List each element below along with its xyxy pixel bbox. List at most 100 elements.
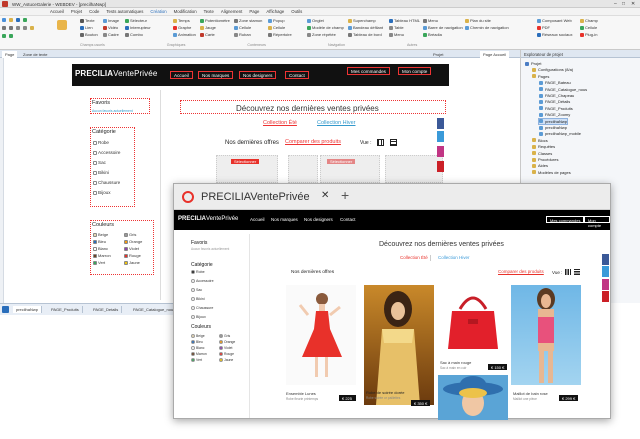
explorer-item[interactable]: Modèles de pages [532,170,571,175]
editor-nav-link[interactable]: Contact [285,71,309,79]
ribbon-item[interactable]: Superchamp [353,18,376,23]
maximize-icon[interactable]: □ [622,1,625,7]
editor-account-button[interactable]: Mon compte [398,67,432,75]
color-swatch[interactable] [219,346,223,350]
ribbon-item[interactable]: Répertoire [273,32,292,37]
open-page-tab[interactable]: PAGE_Catalogue_nous [130,306,180,313]
open-page-tab[interactable]: PAGE_Details [90,306,123,313]
category-radio[interactable] [191,297,195,301]
ribbon-item[interactable]: Modèle de champ [312,25,344,30]
explorer-item[interactable]: Procédures [532,157,558,162]
site-twitter-icon[interactable] [602,266,609,277]
color-swatch[interactable] [191,334,195,338]
ribbon-item[interactable]: Animation [178,32,196,37]
site-nav-link[interactable]: Nos marques [271,217,298,222]
run-icon[interactable] [23,18,27,22]
editor-nav-link[interactable]: Nos designers [239,71,277,79]
menu-item-active[interactable]: Création [150,9,166,14]
site-nav-link[interactable]: Contact [340,217,356,222]
ribbon-item[interactable]: Carte [205,32,215,37]
site-nav-link[interactable]: Nos designers [304,217,333,222]
menu-item[interactable]: Accueil [50,9,64,14]
menu-item[interactable]: Code [89,9,99,14]
menu-item[interactable]: Affichage [266,9,284,14]
undo-icon[interactable] [2,26,6,30]
ribbon-item[interactable]: Bréadia [428,32,442,37]
explorer-item[interactable]: PAGE_Zoomy [539,112,570,117]
editor-category-block[interactable]: Catégorie Robe Accessoire Sac Bikini Cha… [90,127,135,207]
color-swatch[interactable] [191,352,195,356]
explorer-item[interactable]: Pages [532,74,549,79]
back-icon[interactable] [2,34,6,38]
explorer-item[interactable]: PAGE_Produits [539,106,573,111]
checkbox[interactable] [93,140,97,145]
forward-icon[interactable] [9,34,13,38]
color-swatch[interactable] [191,346,195,350]
editor-nav-link[interactable]: Nos marques [198,71,234,79]
editor-compare-link[interactable]: Comparer des produits [285,139,341,145]
category-radio[interactable] [191,288,195,292]
site-pinterest-icon[interactable] [602,291,609,302]
category-radio[interactable] [191,306,195,310]
color-checkbox[interactable] [124,246,128,251]
editor-grid-view-icon[interactable] [377,139,384,146]
color-swatch[interactable] [219,340,223,344]
site-account-button[interactable]: Mon compte [584,216,610,228]
ribbon-item[interactable]: Réseaux sociaux [542,32,572,37]
product-name[interactable]: Ensemble Lunes [286,391,316,396]
color-checkbox[interactable] [124,239,128,244]
ribbon-item[interactable]: Plan du site [470,18,491,23]
site-brand-logo[interactable]: PRECILIAVentePrivée [178,216,238,222]
site-facebook-icon[interactable] [602,254,609,265]
explorer-item[interactable]: PAGE_Bateau [539,80,571,85]
ribbon-item[interactable]: Zone répétée [312,32,336,37]
product-price[interactable]: € 299 € [559,395,579,401]
change-mode-icon[interactable] [57,20,67,30]
site-link-hiver[interactable]: Collection Hiver [438,255,470,260]
editor-twitter-icon[interactable] [437,131,444,142]
ribbon-item[interactable]: Graphe [178,25,191,30]
new-icon[interactable] [2,18,6,22]
ribbon-item[interactable]: Barre de navigation [428,25,463,30]
product-price[interactable]: € 350 € [411,400,431,406]
site-list-view-icon[interactable] [574,269,580,275]
checkbox[interactable] [93,190,97,195]
menu-item[interactable]: Texte [204,9,214,14]
color-checkbox[interactable] [124,253,128,258]
explorer-item[interactable]: precilhaNwp [537,117,569,125]
ribbon-item[interactable]: Cadre [108,32,119,37]
editor-favoris-block[interactable]: Favoris Aucun favoris actuellement [90,98,150,114]
editor-product-slot-1[interactable]: Sélectionner [216,155,278,183]
explorer-item[interactable]: Requêtes [532,144,555,149]
checkbox[interactable] [93,160,97,165]
product-name[interactable]: Maillot de bain rose [513,391,548,396]
ribbon-item[interactable]: Cellule [585,25,597,30]
site-grid-view-icon[interactable] [565,269,571,275]
ribbon-item[interactable]: Texte [85,18,95,23]
ribbon-item[interactable]: Composant Web [542,18,572,23]
ribbon-item[interactable]: Interrupteur [130,25,151,30]
menu-item[interactable]: Modification [174,9,197,14]
editor-instagram-icon[interactable] [437,146,444,157]
browser-tab-title[interactable]: PRECILIAVentePrivée [201,191,310,203]
copy-icon[interactable] [23,26,27,30]
explorer-item[interactable]: Projet [525,61,541,66]
ribbon-item[interactable]: Ruban [239,32,251,37]
product-name[interactable]: Sac à main rouge [440,360,471,365]
product-card[interactable]: Ensemble Lunes Robe fleurie printemps € … [286,285,356,410]
editor-header-banner[interactable]: PRECILIAVentePrivée Accueil Nos marques … [72,64,449,86]
menu-item[interactable]: Outils [291,9,302,14]
close-icon[interactable]: ✕ [631,1,635,7]
editor-select-badge[interactable]: Sélectionner [327,159,356,164]
color-checkbox[interactable] [93,239,97,244]
product-card[interactable]: Robe de soirée dorée Robe soirée or pail… [364,285,434,410]
editor-link-hiver[interactable]: Collection Hiver [317,120,356,126]
save-icon[interactable] [16,18,20,22]
color-swatch[interactable] [219,334,223,338]
explorer-item[interactable]: PAGE_Chapeau [539,93,574,98]
ribbon-item[interactable]: Champ [585,18,598,23]
editor-select-badge[interactable]: Sélectionner [231,159,260,164]
explorer-item[interactable]: precilhaNwp_mobile [539,131,581,136]
product-price[interactable]: € 150 € [488,364,508,370]
editor-product-slot-4[interactable] [385,155,443,183]
